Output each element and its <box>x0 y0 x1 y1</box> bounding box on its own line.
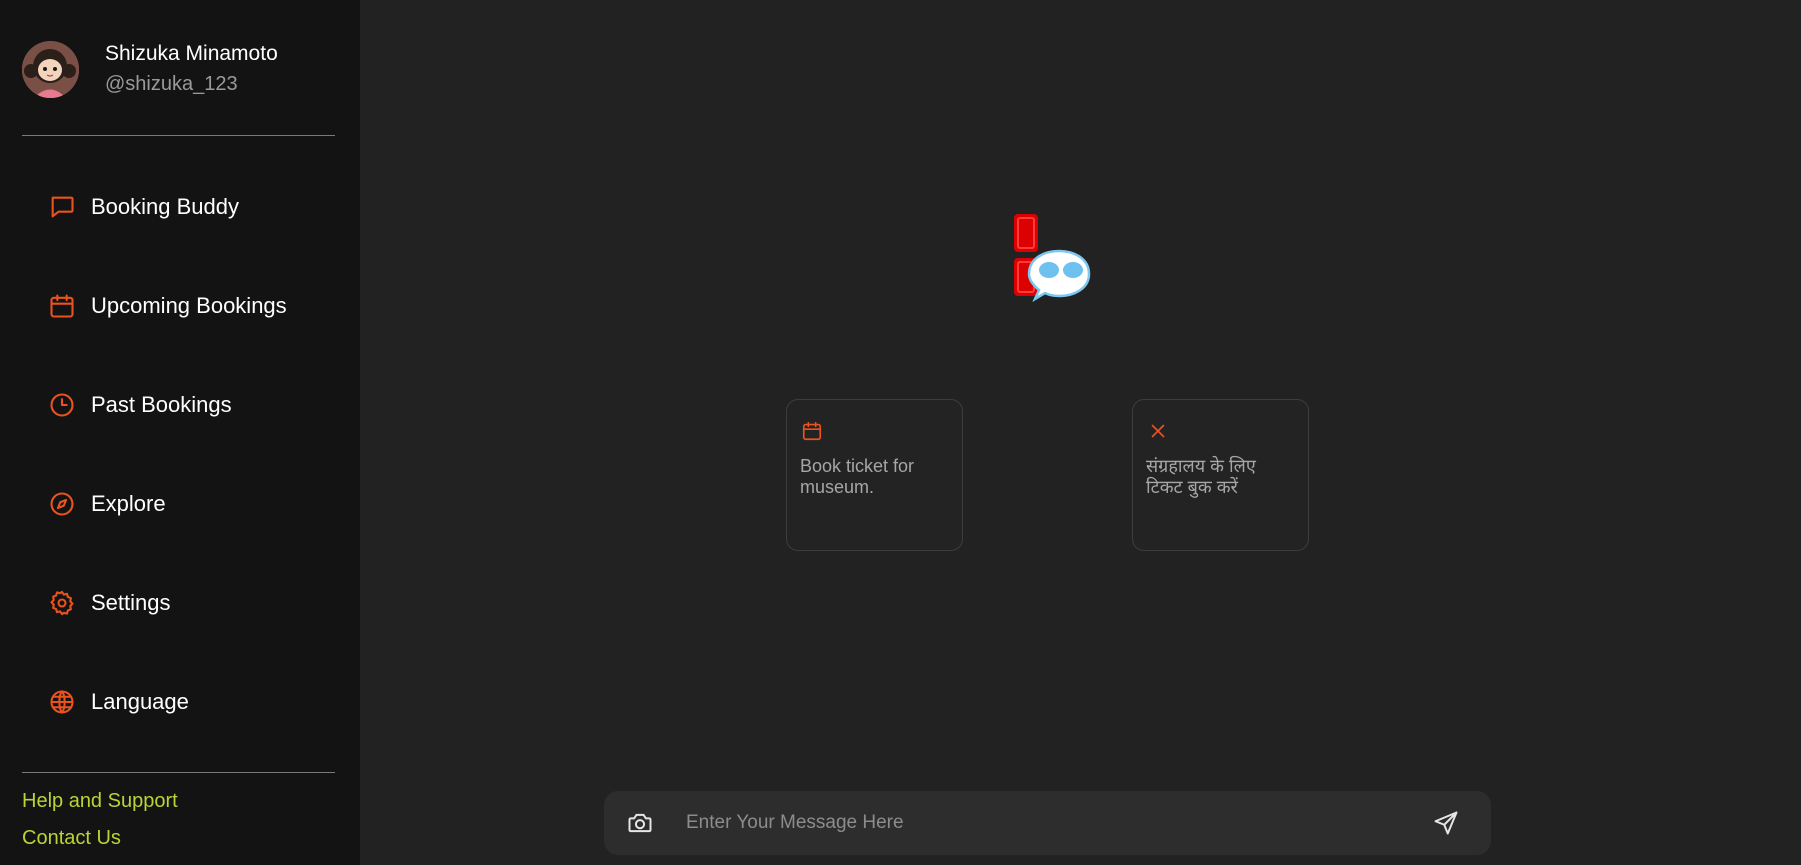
user-handle: @shizuka_123 <box>105 73 238 95</box>
sidebar-item-label: Explore <box>91 491 166 516</box>
suggestion-text: संग्रहालय के लिए टिकट बुक करें <box>1146 456 1256 497</box>
send-icon[interactable] <box>1432 809 1460 837</box>
sidebar-item-booking-buddy[interactable]: Booking Buddy <box>48 185 287 229</box>
sidebar-divider-bottom <box>22 772 335 773</box>
sidebar: Shizuka Minamoto @shizuka_123 Booking Bu… <box>0 0 360 865</box>
app-logo-icon <box>1013 212 1093 303</box>
sidebar-item-label: Upcoming Bookings <box>91 293 287 318</box>
clock-icon <box>48 391 76 419</box>
suggestion-card-hindi[interactable]: संग्रहालय के लिए टिकट बुक करें <box>1132 399 1309 551</box>
sidebar-nav: Booking Buddy Upcoming Bookings Past Boo… <box>48 185 287 779</box>
sidebar-item-explore[interactable]: Explore <box>48 482 287 526</box>
avatar-image <box>22 40 79 98</box>
suggestion-text: Book ticket for museum. <box>800 456 915 497</box>
globe-icon <box>48 688 76 716</box>
sidebar-item-settings[interactable]: Settings <box>48 581 287 625</box>
sidebar-divider-top <box>22 135 335 136</box>
calendar-icon <box>48 292 76 320</box>
avatar <box>22 40 79 98</box>
user-profile[interactable]: Shizuka Minamoto @shizuka_123 <box>22 40 278 98</box>
sidebar-item-label: Booking Buddy <box>91 194 239 219</box>
message-input[interactable] <box>686 805 1386 841</box>
close-icon <box>1147 420 1169 442</box>
calendar-icon <box>801 420 823 442</box>
sidebar-footer: Help and Support Contact Us <box>22 783 178 857</box>
camera-icon[interactable] <box>626 809 654 837</box>
contact-us-link[interactable]: Contact Us <box>22 820 178 857</box>
chat-main: Book ticket for museum. संग्रहालय के लिए… <box>360 0 1801 865</box>
user-name: Shizuka Minamoto <box>105 42 278 65</box>
gear-icon <box>48 589 76 617</box>
sidebar-item-past-bookings[interactable]: Past Bookings <box>48 383 287 427</box>
sidebar-item-language[interactable]: Language <box>48 680 287 724</box>
suggestion-card-english[interactable]: Book ticket for museum. <box>786 399 963 551</box>
compass-icon <box>48 490 76 518</box>
sidebar-item-label: Settings <box>91 590 171 615</box>
help-support-link[interactable]: Help and Support <box>22 783 178 820</box>
sidebar-item-label: Past Bookings <box>91 392 232 417</box>
sidebar-item-label: Language <box>91 689 189 714</box>
chat-bubble-icon <box>48 193 76 221</box>
sidebar-item-upcoming-bookings[interactable]: Upcoming Bookings <box>48 284 287 328</box>
message-composer <box>604 791 1491 855</box>
